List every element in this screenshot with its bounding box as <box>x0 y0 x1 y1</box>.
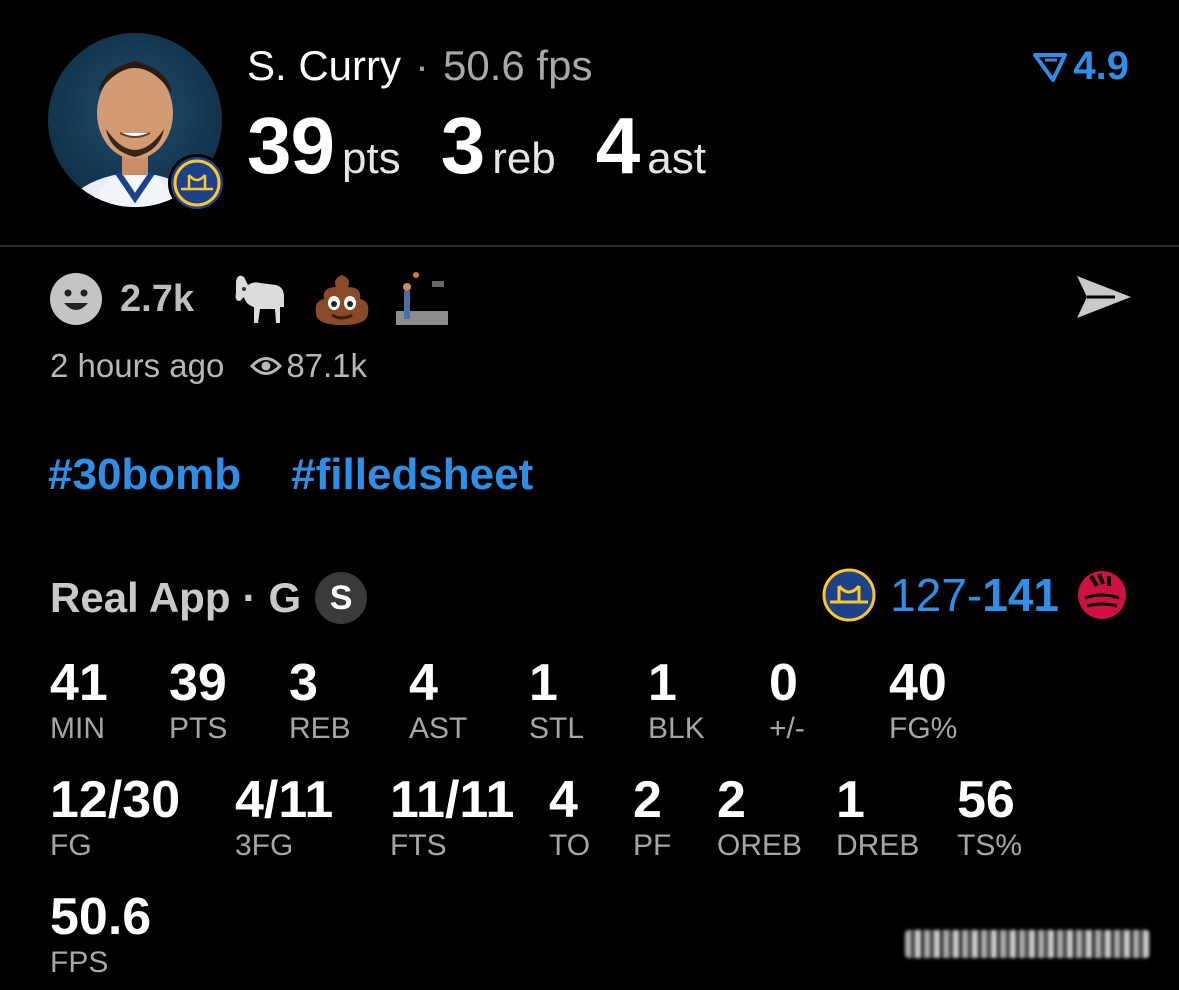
poop-icon[interactable] <box>312 271 372 327</box>
stat-pf: 2 PF <box>633 773 671 863</box>
rebounds-value: 3 <box>440 101 485 190</box>
position-label: G <box>268 574 302 621</box>
assists-unit: ast <box>647 134 706 183</box>
stat-label: DREB <box>836 829 920 862</box>
stat-fps: 50.6 FPS <box>50 890 151 980</box>
stat-label: MIN <box>50 712 105 745</box>
stat-ts-pct: 56 TS% <box>957 773 1022 863</box>
rating-value: 4.9 <box>1073 44 1129 88</box>
stat-blk: 1 BLK <box>648 656 705 746</box>
stat-value: 1 <box>836 771 865 829</box>
stat-3fg: 4/11 3FG <box>235 773 333 863</box>
fps-summary: 50.6 fps <box>443 42 593 89</box>
stat-plus-minus: 0 +/- <box>769 656 805 746</box>
score-text: 127-141 <box>890 568 1059 622</box>
stat-value: 0 <box>769 654 798 712</box>
stat-min: 41 MIN <box>50 656 108 746</box>
stat-value: 39 <box>169 654 227 712</box>
stat-value: 2 <box>717 771 746 829</box>
rating-badge[interactable]: 4.9 <box>1033 44 1129 89</box>
stat-label: REB <box>289 712 351 745</box>
stat-label: +/- <box>769 712 805 745</box>
assists-value: 4 <box>595 101 640 190</box>
stat-label: PTS <box>169 712 228 745</box>
eye-icon <box>250 357 283 375</box>
stat-label: 3FG <box>235 829 294 862</box>
stat-value: 4 <box>549 771 578 829</box>
stat-fts: 11/11 FTS <box>390 773 514 863</box>
score-dash: - <box>966 569 983 621</box>
watermark <box>905 930 1150 958</box>
stat-ast: 4 AST <box>409 656 467 746</box>
hashtag-30bomb[interactable]: #30bomb <box>48 450 241 500</box>
separator-dot: · <box>242 574 257 621</box>
photo-icon[interactable] <box>395 271 448 327</box>
view-count: 87.1k <box>286 347 368 384</box>
send-button[interactable] <box>1075 272 1133 327</box>
stat-value: 56 <box>957 771 1015 829</box>
stat-value: 1 <box>648 654 677 712</box>
hashtags: #30bomb #filledsheet <box>48 450 533 500</box>
raptors-logo-icon <box>1078 571 1126 619</box>
stat-value: 4 <box>409 654 438 712</box>
reactions-bar: 2.7k <box>48 270 448 328</box>
source-label: Real App <box>50 574 231 621</box>
player-header: S. Curry · 50.6 fps <box>247 42 592 90</box>
stat-label: STL <box>529 712 585 745</box>
warriors-logo-icon <box>822 568 876 622</box>
send-icon <box>1077 276 1131 318</box>
points-unit: pts <box>341 134 401 183</box>
stat-oreb: 2 OREB <box>717 773 802 863</box>
stat-label: PF <box>633 829 672 862</box>
stat-value: 1 <box>529 654 558 712</box>
stat-stl: 1 STL <box>529 656 584 746</box>
points-value: 39 <box>247 101 335 190</box>
stat-value: 40 <box>889 654 947 712</box>
reaction-count[interactable]: 2.7k <box>120 278 194 321</box>
stat-to: 4 TO <box>549 773 590 863</box>
stat-label: BLK <box>648 712 705 745</box>
post-meta: 2 hours ago 87.1k <box>50 347 367 385</box>
warriors-logo-icon <box>168 154 226 212</box>
smiley-icon[interactable] <box>48 271 104 327</box>
rating-icon <box>1033 52 1068 82</box>
starter-badge: S <box>315 572 368 624</box>
hashtag-filledsheet[interactable]: #filledsheet <box>291 450 533 500</box>
stat-fg: 12/30 FG <box>50 773 180 863</box>
separator-dot: · <box>415 42 430 89</box>
stat-label: FG% <box>889 712 958 745</box>
stat-fg-pct: 40 FG% <box>889 656 957 746</box>
stat-label: FG <box>50 829 92 862</box>
stat-value: 2 <box>633 771 662 829</box>
divider <box>0 245 1179 247</box>
stat-label: AST <box>409 712 468 745</box>
stat-reb: 3 REB <box>289 656 351 746</box>
stat-label: TO <box>549 829 591 862</box>
stat-pts: 39 PTS <box>169 656 227 746</box>
player-name[interactable]: S. Curry <box>247 42 401 89</box>
stat-value: 12/30 <box>50 771 181 829</box>
score-away: 141 <box>982 569 1059 621</box>
stat-label: FPS <box>50 946 109 979</box>
stat-label: OREB <box>717 829 803 862</box>
stat-value: 50.6 <box>50 888 152 946</box>
rebounds-unit: reb <box>492 134 556 183</box>
stat-value: 11/11 <box>390 771 515 829</box>
score-home: 127 <box>890 569 967 621</box>
stat-label: TS% <box>957 829 1023 862</box>
goat-icon[interactable] <box>230 271 288 327</box>
stat-value: 41 <box>50 654 108 712</box>
stat-dreb: 1 DREB <box>836 773 919 863</box>
stat-label: FTS <box>390 829 447 862</box>
game-source-line: Real App · G S <box>50 572 368 624</box>
timestamp: 2 hours ago <box>50 347 225 384</box>
stat-value: 4/11 <box>235 771 334 829</box>
game-score[interactable]: 127-141 <box>822 566 1131 624</box>
headline-statline: 39 pts 3 reb 4 ast <box>247 100 746 192</box>
stat-value: 3 <box>289 654 318 712</box>
views: 87.1k <box>250 347 367 385</box>
